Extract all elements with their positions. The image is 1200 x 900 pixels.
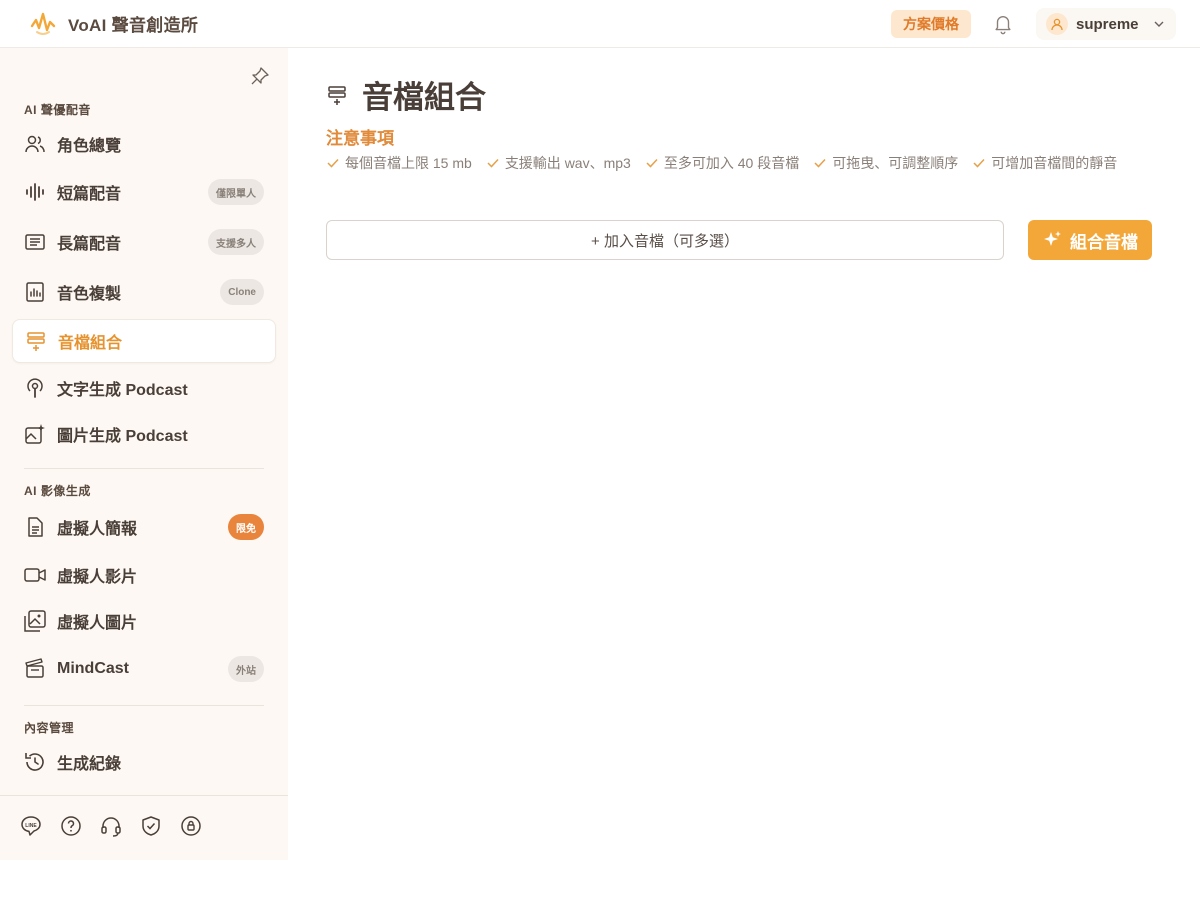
sidebar-item-label: 虛擬人簡報 <box>57 521 138 538</box>
notice-title: 注意事項 <box>326 129 394 148</box>
sidebar-item-long-dub[interactable]: 長篇配音 支援多人 <box>12 220 276 264</box>
audio-combine-icon <box>27 332 45 351</box>
chevron-down-icon <box>1154 21 1164 27</box>
sidebar-footer: LINE <box>20 815 202 837</box>
sidebar-item-avatar-video[interactable]: 虛擬人影片 <box>12 553 276 597</box>
clapper-icon <box>25 658 44 678</box>
divider <box>0 795 288 796</box>
sidebar-item-roles[interactable]: 角色總覽 <box>12 122 276 166</box>
avatar <box>1046 13 1068 35</box>
badge-free: 限免 <box>228 514 264 540</box>
sidebar-item-avatar-slides[interactable]: 虛擬人簡報 限免 <box>12 505 276 549</box>
sidebar-item-avatar-image[interactable]: 虛擬人圖片 <box>12 599 276 643</box>
sparkle-icon <box>1044 231 1061 246</box>
voai-logo-icon <box>30 12 56 35</box>
sidebar-item-label: 短篇配音 <box>57 186 122 203</box>
notice-item: 可拖曳、可調整順序 <box>813 153 958 173</box>
voice-clone-icon <box>26 282 44 302</box>
check-icon <box>487 158 499 168</box>
combine-audio-label: 組合音檔 <box>1070 232 1138 252</box>
add-audio-button[interactable]: + 加入音檔（可多選） <box>326 220 1004 260</box>
file-icon <box>28 517 43 537</box>
sidebar-item-label: 文字生成 Podcast <box>57 382 188 399</box>
badge-external: 外站 <box>228 656 264 682</box>
image-sparkle-icon <box>25 424 45 444</box>
privacy-icon[interactable] <box>180 815 202 837</box>
sidebar-item-label: MindCast <box>57 660 129 677</box>
sidebar-item-label: 虛擬人影片 <box>57 569 138 586</box>
notice-text: 可拖曳、可調整順序 <box>832 155 959 171</box>
sidebar-item-text-podcast[interactable]: 文字生成 Podcast <box>12 366 276 410</box>
document-lines-icon <box>25 234 45 250</box>
notice-item: 可增加音檔間的靜音 <box>972 153 1117 173</box>
sidebar-item-label: 長篇配音 <box>57 236 122 253</box>
badge-single: 僅限單人 <box>208 179 264 205</box>
check-icon <box>327 158 339 168</box>
combine-audio-button[interactable]: 組合音檔 <box>1028 220 1152 260</box>
sidebar-item-label: 圖片生成 Podcast <box>57 428 188 445</box>
sidebar-item-short-dub[interactable]: 短篇配音 僅限單人 <box>12 170 276 214</box>
pricing-button[interactable]: 方案價格 <box>891 10 971 38</box>
bell-icon[interactable] <box>992 13 1014 35</box>
section-title-content: 內容管理 <box>24 721 75 735</box>
page-header: 音檔組合 <box>326 72 486 117</box>
sidebar-item-label: 音色複製 <box>57 286 122 303</box>
user-icon <box>1051 18 1063 31</box>
section-title-visual: AI 影像生成 <box>24 484 91 498</box>
pin-icon[interactable] <box>250 66 270 86</box>
badge-clone: Clone <box>220 279 264 305</box>
brand[interactable]: VoAI 聲音創造所 <box>30 10 198 36</box>
top-header: VoAI 聲音創造所 方案價格 supreme <box>0 0 1200 48</box>
svg-text:LINE: LINE <box>25 823 37 829</box>
section-title-voice: AI 聲優配音 <box>24 103 91 117</box>
shield-icon[interactable] <box>140 815 162 837</box>
sidebar: AI 聲優配音 角色總覽 短篇配音 僅限單人 長篇配音 支援多人 音色複製 Cl… <box>0 48 288 860</box>
image-icon <box>24 610 46 632</box>
waveform-icon <box>26 183 44 201</box>
notice-text: 可增加音檔間的靜音 <box>991 155 1118 171</box>
brand-name: VoAI 聲音創造所 <box>68 15 199 35</box>
history-icon <box>25 753 44 771</box>
sidebar-item-audio-combine[interactable]: 音檔組合 <box>12 319 276 363</box>
sidebar-item-label: 音檔組合 <box>58 335 123 352</box>
sidebar-item-label: 生成紀錄 <box>57 756 122 773</box>
sidebar-item-voice-clone[interactable]: 音色複製 Clone <box>12 270 276 314</box>
username: supreme <box>1076 15 1139 33</box>
divider <box>24 468 264 469</box>
headset-icon[interactable] <box>100 815 122 837</box>
notice-list: 每個音檔上限 15 mb 支援輸出 wav、mp3 至多可加入 40 段音檔 可… <box>326 153 1117 173</box>
video-icon <box>24 568 46 582</box>
divider <box>24 705 264 706</box>
notice-item: 支援輸出 wav、mp3 <box>486 153 631 173</box>
user-menu[interactable]: supreme <box>1036 8 1176 40</box>
check-icon <box>973 158 985 168</box>
sidebar-item-mindcast[interactable]: MindCast 外站 <box>12 647 276 691</box>
notice-text: 支援輸出 wav、mp3 <box>504 155 631 171</box>
check-icon <box>646 158 658 168</box>
notice-text: 每個音檔上限 15 mb <box>345 155 472 171</box>
audio-combine-icon <box>328 85 346 105</box>
notice-item: 每個音檔上限 15 mb <box>326 153 472 173</box>
sidebar-item-label: 虛擬人圖片 <box>57 615 138 632</box>
users-icon <box>25 135 45 153</box>
page-title: 音檔組合 <box>362 80 486 115</box>
badge-multi: 支援多人 <box>208 229 264 255</box>
check-icon <box>814 158 826 168</box>
sidebar-item-image-podcast[interactable]: 圖片生成 Podcast <box>12 412 276 456</box>
podcast-icon <box>27 378 43 398</box>
help-icon[interactable] <box>60 815 82 837</box>
sidebar-item-label: 角色總覽 <box>57 138 122 155</box>
line-icon[interactable]: LINE <box>20 815 42 837</box>
sidebar-item-history[interactable]: 生成紀錄 <box>12 740 276 784</box>
notice-text: 至多可加入 40 段音檔 <box>663 155 800 171</box>
notice-item: 至多可加入 40 段音檔 <box>645 153 799 173</box>
